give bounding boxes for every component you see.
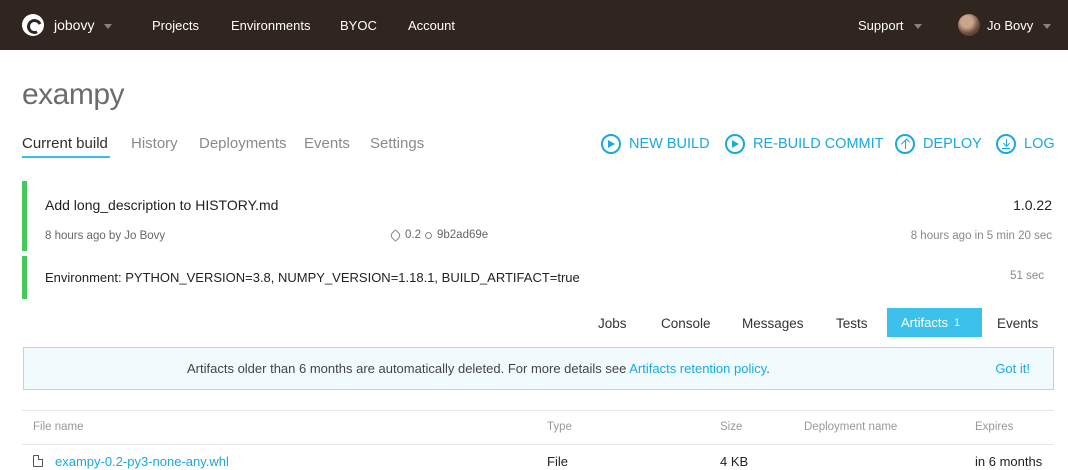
active-tab-indicator [22,156,110,158]
chevron-down-icon [1043,23,1052,29]
tab-messages[interactable]: Messages [742,316,804,331]
nav-byoc[interactable]: BYOC [340,0,377,50]
build-ref: 0.2 9b2ad69e [389,228,488,242]
artifact-file-name[interactable]: exampy-0.2-py3-none-any.whl [55,454,229,469]
job-status-bar [22,256,27,299]
rebuild-commit-button[interactable]: RE-BUILD COMMIT [725,134,884,154]
job-environment[interactable]: Environment: PYTHON_VERSION=3.8, NUMPY_V… [45,270,580,285]
notice-message: Artifacts older than 6 months are automa… [187,361,630,376]
tab-artifacts-label: Artifacts [901,315,948,330]
log-button[interactable]: LOG [996,134,1055,154]
tab-events[interactable]: Events [304,135,350,152]
account-name: jobovy [54,17,95,33]
column-header-deployment-name: Deployment name [804,421,898,433]
avatar [958,14,980,36]
tab-tests[interactable]: Tests [836,316,868,331]
artifacts-count-badge: 1 [953,316,961,329]
page-title: exampy [22,78,125,111]
notice-text: Artifacts older than 6 months are automa… [187,361,770,376]
support-label: Support [858,17,904,33]
tag-icon [389,228,402,242]
tab-settings[interactable]: Settings [370,135,424,152]
table-header [22,410,1054,445]
tab-current-build[interactable]: Current build [22,135,108,152]
log-label: LOG [1024,136,1055,152]
dismiss-notice-button[interactable]: Got it! [995,361,1030,376]
tab-jobs[interactable]: Jobs [598,316,627,331]
tab-artifacts[interactable]: Artifacts 1 [887,308,982,337]
tab-job-events[interactable]: Events [997,316,1038,331]
column-header-expires: Expires [975,421,1014,433]
build-author-time: 8 hours ago by Jo Bovy [45,230,166,242]
build-tag[interactable]: 0.2 [405,229,421,241]
file-icon [33,455,43,467]
build-duration: 8 hours ago in 5 min 20 sec [910,230,1052,242]
new-build-label: NEW BUILD [629,136,710,152]
artifact-expires: in 6 months [975,454,1043,469]
tab-history[interactable]: History [131,135,178,152]
new-build-button[interactable]: NEW BUILD [601,134,710,154]
play-circle-icon [725,134,745,154]
deploy-button[interactable]: DEPLOY [895,134,982,154]
deploy-label: DEPLOY [923,136,982,152]
support-menu[interactable]: Support [858,0,922,50]
appveyor-logo-icon [22,14,44,36]
commit-icon [425,231,432,239]
user-name: Jo Bovy [987,17,1034,33]
tab-console[interactable]: Console [661,316,711,331]
commit-message[interactable]: Add long_description to HISTORY.md [45,197,278,213]
rebuild-commit-label: RE-BUILD COMMIT [753,136,884,152]
artifact-size: 4 KB [720,454,749,469]
chevron-down-icon [104,23,113,29]
arrow-up-circle-icon [895,134,915,154]
nav-projects[interactable]: Projects [152,0,199,50]
job-duration: 51 sec [1010,270,1044,282]
build-status-bar [22,181,27,251]
build-version: 1.0.22 [1013,197,1052,213]
nav-environments[interactable]: Environments [231,0,310,50]
artifact-file-link[interactable]: exampy-0.2-py3-none-any.whl [55,454,229,469]
chevron-down-icon [913,23,922,29]
account-switcher[interactable]: jobovy [22,0,113,50]
nav-account[interactable]: Account [408,0,455,50]
column-header-file-name: File name [33,421,84,433]
download-circle-icon [996,134,1016,154]
notice-period: . [766,361,770,376]
play-circle-icon [601,134,621,154]
artifact-type: File [547,454,568,469]
retention-policy-link[interactable]: Artifacts retention policy [629,361,766,376]
tab-deployments[interactable]: Deployments [199,135,287,152]
user-menu[interactable]: Jo Bovy [958,0,1052,50]
build-commit[interactable]: 9b2ad69e [437,229,488,241]
top-nav: jobovy Projects Environments BYOC Accoun… [0,0,1068,50]
column-header-size: Size [720,421,743,433]
column-header-type: Type [547,421,572,433]
